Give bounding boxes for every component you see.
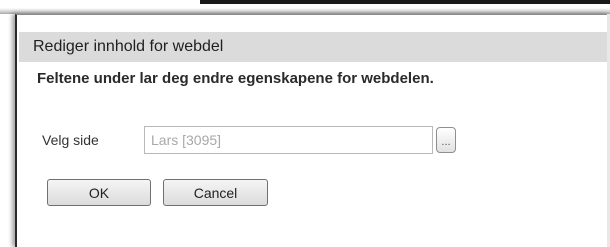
ok-button[interactable]: OK — [47, 179, 151, 206]
dialog-title-bar: Rediger innhold for webdel — [19, 32, 610, 62]
background-dark-strip — [200, 0, 610, 4]
edit-webpart-dialog: Rediger innhold for webdel Feltene under… — [15, 14, 610, 247]
cancel-button[interactable]: Cancel — [163, 179, 268, 206]
dialog-title: Rediger innhold for webdel — [33, 38, 224, 55]
browse-page-button[interactable]: ... — [436, 127, 456, 153]
select-page-label: Velg side — [42, 132, 99, 148]
select-page-input[interactable] — [144, 126, 433, 154]
dialog-description: Feltene under lar deg endre egenskapene … — [37, 70, 434, 87]
